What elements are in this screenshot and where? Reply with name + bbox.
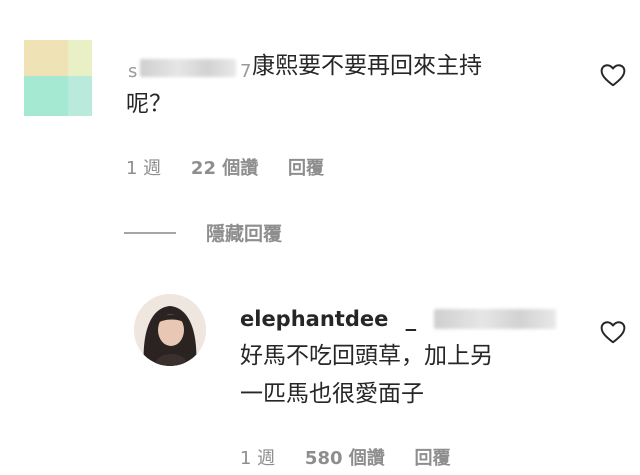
avatar-tile: [24, 76, 68, 116]
comment-time: 1 週: [126, 158, 162, 179]
reply-username-text: elephantdee: [240, 307, 389, 331]
avatar-photo: [134, 294, 206, 366]
heart-icon[interactable]: [600, 320, 626, 344]
reply-text-line1: 好馬不吃回頭草，加上另: [240, 343, 493, 369]
divider-line: [124, 231, 176, 234]
hide-replies-label: 隱藏回覆: [206, 223, 283, 245]
heart-icon[interactable]: [600, 63, 626, 87]
comment-likes[interactable]: 22 個讚: [191, 158, 258, 179]
reply-avatar[interactable]: [134, 294, 206, 366]
comment-meta: 1 週 22 個讚 回覆: [126, 154, 348, 180]
reply-username-suffix: _: [405, 307, 417, 331]
username-visible-end[interactable]: 7: [240, 54, 251, 90]
reply-button[interactable]: 回覆: [288, 158, 324, 179]
avatar[interactable]: [24, 40, 92, 116]
avatar-tile: [24, 40, 68, 76]
hide-replies-button[interactable]: 隱藏回覆: [124, 219, 282, 246]
comment-text-line2: 呢？: [126, 91, 172, 117]
comment-text-line1: 康熙要不要再回來主持: [252, 53, 482, 79]
avatar-tile: [68, 40, 92, 76]
reply-text-line2: 一匹馬也很愛面子: [240, 381, 424, 407]
avatar-tile: [68, 76, 92, 116]
username-redaction: [434, 309, 556, 329]
reply-username[interactable]: elephantdee _: [240, 307, 416, 331]
reply-likes[interactable]: 580 個讚: [305, 448, 385, 469]
username-redaction: [140, 59, 236, 77]
reply-reply-button[interactable]: 回覆: [415, 448, 451, 469]
username-visible-start[interactable]: s: [128, 54, 137, 90]
reply-meta: 1 週 580 個讚 回覆: [240, 444, 475, 470]
reply-time: 1 週: [240, 448, 276, 469]
